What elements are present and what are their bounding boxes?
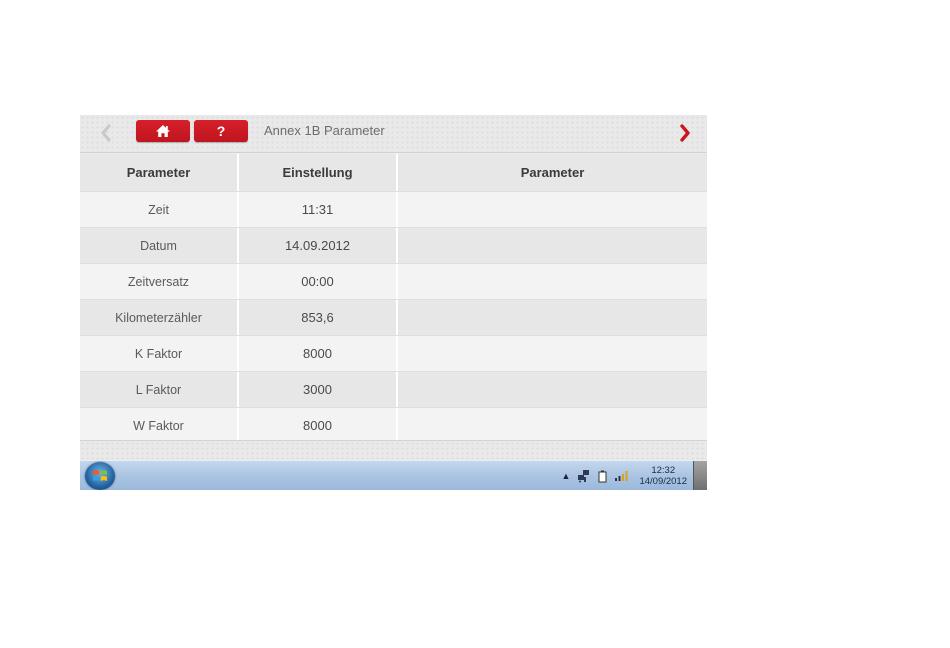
row-value: 8000 <box>237 408 396 443</box>
row-label: K Faktor <box>134 346 183 361</box>
row-label: Datum <box>140 238 177 253</box>
table-row[interactable]: Datum 14.09.2012 <box>80 227 707 263</box>
windows-logo-icon <box>93 470 107 481</box>
row-extra <box>396 372 707 407</box>
row-label: L Faktor <box>135 382 182 397</box>
battery-icon[interactable] <box>598 470 607 483</box>
network-icon[interactable] <box>577 469 591 483</box>
table-row[interactable]: Zeitversatz 00:00 <box>80 263 707 299</box>
header-bar: ? Annex 1B Parameter <box>80 115 707 153</box>
windows-taskbar: ▲ 12:32 14/09/2012 <box>80 460 707 490</box>
row-value: 3000 <box>237 372 396 407</box>
tray-expand-icon[interactable]: ▲ <box>562 471 571 481</box>
row-extra <box>396 336 707 371</box>
column-header-parameter: Parameter <box>126 165 191 180</box>
footer-strip <box>80 440 707 460</box>
row-label: Zeitversatz <box>127 274 190 289</box>
column-header-einstellung: Einstellung <box>237 154 396 191</box>
table-row[interactable]: Kilometerzähler 853,6 <box>80 299 707 335</box>
forward-button[interactable] <box>677 121 693 145</box>
row-value: 00:00 <box>237 264 396 299</box>
signal-strength-icon[interactable] <box>614 470 628 482</box>
table-row[interactable]: W Faktor 8000 <box>80 407 707 443</box>
table-row[interactable]: Zeit 11:31 <box>80 191 707 227</box>
page-title: Annex 1B Parameter <box>264 123 385 138</box>
row-value: 14.09.2012 <box>237 228 396 263</box>
chevron-left-icon <box>101 124 111 142</box>
row-value: 11:31 <box>237 192 396 227</box>
system-clock[interactable]: 12:32 14/09/2012 <box>639 465 687 487</box>
home-button[interactable] <box>136 120 190 142</box>
row-label: Kilometerzähler <box>115 310 202 325</box>
help-icon: ? <box>216 123 226 139</box>
clock-time: 12:32 <box>651 465 676 476</box>
row-label: W Faktor <box>133 418 184 433</box>
row-extra <box>396 408 707 443</box>
help-button[interactable]: ? <box>194 120 248 142</box>
start-button[interactable] <box>85 462 115 490</box>
row-value: 8000 <box>237 336 396 371</box>
chevron-right-icon <box>680 124 690 142</box>
row-extra <box>396 264 707 299</box>
row-value: 853,6 <box>237 300 396 335</box>
row-extra <box>396 192 707 227</box>
back-button[interactable] <box>98 121 114 145</box>
parameter-table: Parameter Einstellung Parameter Zeit 11:… <box>80 154 707 443</box>
show-desktop-button[interactable] <box>693 461 707 490</box>
system-tray: ▲ 12:32 14/09/2012 <box>562 461 687 490</box>
column-header-parameter-2: Parameter <box>396 154 707 191</box>
row-label: Zeit <box>148 202 169 217</box>
clock-date: 14/09/2012 <box>639 476 687 487</box>
app-window: ? Annex 1B Parameter Parameter Einstellu… <box>80 115 707 490</box>
home-icon <box>156 125 170 137</box>
row-extra <box>396 228 707 263</box>
table-row[interactable]: K Faktor 8000 <box>80 335 707 371</box>
row-extra <box>396 300 707 335</box>
table-header-row: Parameter Einstellung Parameter <box>80 154 707 191</box>
table-row[interactable]: L Faktor 3000 <box>80 371 707 407</box>
